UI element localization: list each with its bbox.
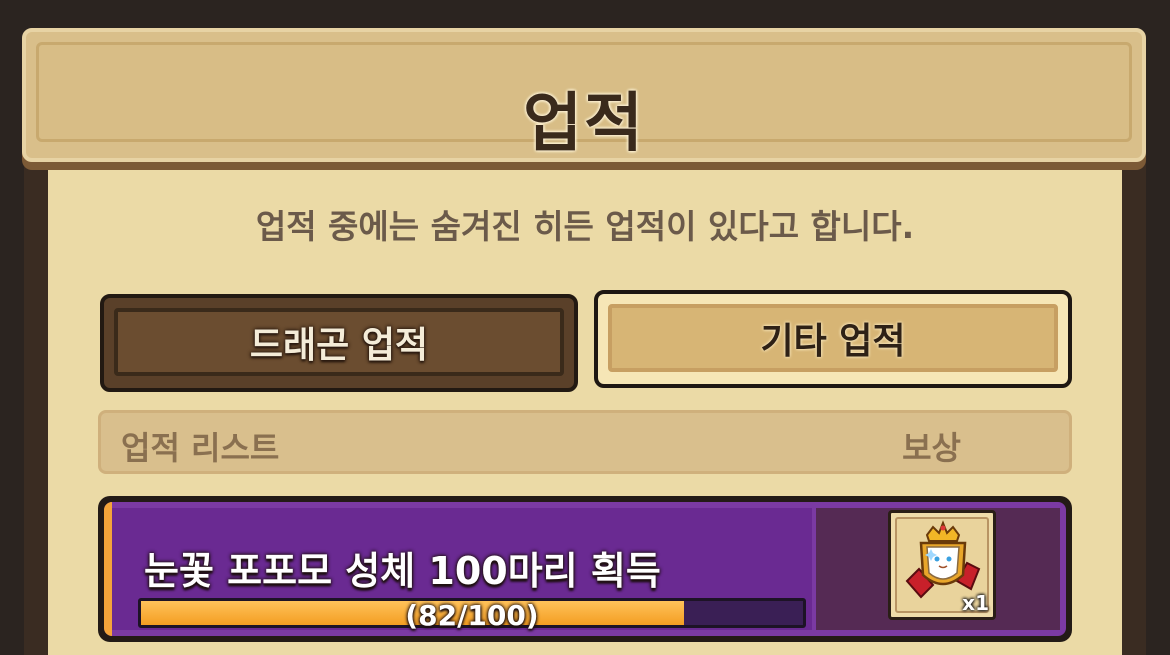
hint-text: 업적 중에는 숨겨진 히든 업적이 있다고 합니다. (255, 207, 915, 246)
achievement-progress-bar: (82/100) (138, 598, 806, 632)
list-header: 업적 리스트 보상 (98, 410, 1072, 474)
reward-item-card[interactable]: x1 (888, 510, 996, 620)
tab-dragon-achievements[interactable]: 드래곤 업적 (100, 294, 578, 392)
achievement-body: 눈꽃 포포모 성체 100마리 획득 (82/100) x1 (104, 502, 1066, 636)
achievement-title: 눈꽃 포포모 성체 100마리 획득 (144, 549, 661, 593)
page-title: 업적 (523, 87, 645, 161)
achievement-progress-text: (82/100) (405, 599, 539, 632)
achievement-row[interactable]: 눈꽃 포포모 성체 100마리 획득 (82/100) x1 (98, 496, 1072, 642)
achievements-screen: 업적 업적 중에는 숨겨진 히든 업적이 있다고 합니다. 드래곤 업적 기타 … (0, 0, 1170, 655)
reward-quantity: x1 (962, 591, 989, 615)
reward-area: x1 (816, 508, 1060, 630)
list-header-reward-label: 보상 (902, 429, 961, 467)
achievement-accent-bar (104, 502, 112, 636)
tab-other-label: 기타 업적 (608, 304, 1058, 372)
achievement-main: 눈꽃 포포모 성체 100마리 획득 (82/100) (112, 508, 812, 632)
tab-dragon-label: 드래곤 업적 (114, 308, 564, 376)
tab-other-achievements[interactable]: 기타 업적 (594, 290, 1072, 388)
list-header-achievement-label: 업적 리스트 (121, 429, 280, 467)
title-banner: 업적 (22, 28, 1146, 162)
